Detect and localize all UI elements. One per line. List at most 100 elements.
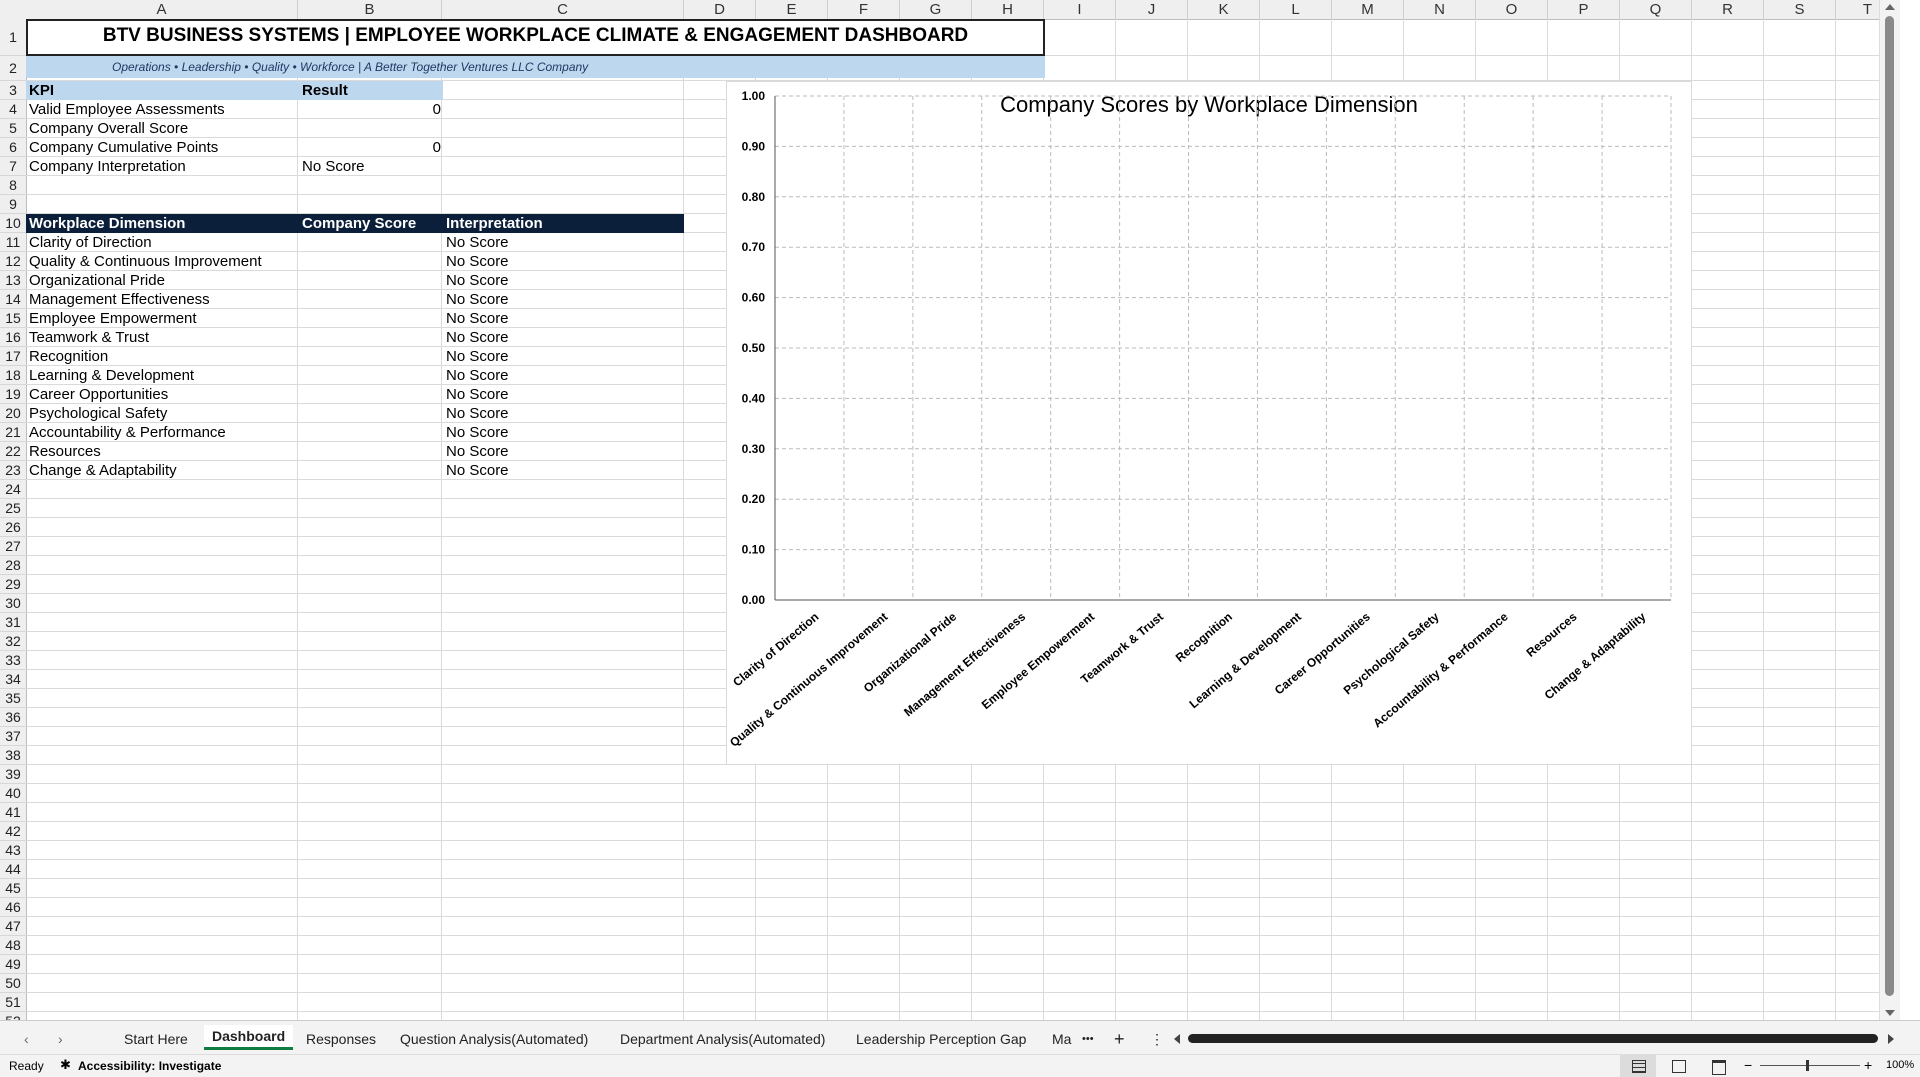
dimension-name[interactable]: Teamwork & Trust xyxy=(29,329,149,347)
accessibility-icon[interactable]: ✱ xyxy=(60,1057,71,1073)
column-header[interactable]: J xyxy=(1116,0,1188,19)
row-header[interactable]: 41 xyxy=(0,803,26,822)
dimension-interpretation[interactable]: No Score xyxy=(446,386,509,404)
column-header[interactable]: C xyxy=(442,0,684,19)
row-header[interactable]: 1 xyxy=(0,19,26,56)
kpi-header-label[interactable]: KPI xyxy=(29,82,54,100)
scroll-up-icon[interactable] xyxy=(1885,4,1895,10)
sheet-tab[interactable]: Department Analysis(Automated) xyxy=(620,1027,825,1051)
dimension-interpretation[interactable]: No Score xyxy=(446,405,509,423)
row-header[interactable]: 50 xyxy=(0,974,26,993)
zoom-slider-thumb[interactable] xyxy=(1806,1060,1809,1071)
row-header[interactable]: 34 xyxy=(0,670,26,689)
dimension-name[interactable]: Psychological Safety xyxy=(29,405,167,423)
row-header[interactable]: 31 xyxy=(0,613,26,632)
column-header[interactable]: O xyxy=(1476,0,1548,19)
row-header[interactable]: 22 xyxy=(0,442,26,461)
column-header[interactable]: M xyxy=(1332,0,1404,19)
row-header[interactable]: 39 xyxy=(0,765,26,784)
sheet-tab[interactable]: Leadership Perception Gap xyxy=(856,1027,1026,1051)
bar-chart[interactable]: Company Scores by Workplace Dimension 0.… xyxy=(726,81,1692,765)
dimension-name[interactable]: Organizational Pride xyxy=(29,272,165,290)
row-header[interactable]: 44 xyxy=(0,860,26,879)
row-header[interactable]: 48 xyxy=(0,936,26,955)
tab-scroll-right-icon[interactable]: › xyxy=(58,1027,63,1051)
row-header[interactable]: 47 xyxy=(0,917,26,936)
row-header[interactable]: 3 xyxy=(0,81,26,100)
row-header[interactable]: 24 xyxy=(0,480,26,499)
row-header[interactable]: 5 xyxy=(0,119,26,138)
row-header[interactable]: 33 xyxy=(0,651,26,670)
row-header[interactable]: 19 xyxy=(0,385,26,404)
row-header[interactable]: 4 xyxy=(0,100,26,119)
spreadsheet-grid[interactable]: ABCDEFGHIJKLMNOPQRST 1 2 3 4 5 6 7 8 9 10 11 12 13 14… xyxy=(0,0,1900,1020)
hscroll-right-icon[interactable] xyxy=(1888,1034,1894,1044)
row-header[interactable]: 52 xyxy=(0,1012,26,1020)
row-header[interactable]: 40 xyxy=(0,784,26,803)
page-layout-view-icon[interactable] xyxy=(1672,1060,1686,1073)
dimension-interpretation[interactable]: No Score xyxy=(446,253,509,271)
dimension-interpretation[interactable]: No Score xyxy=(446,234,509,252)
column-header[interactable]: S xyxy=(1764,0,1836,19)
dimension-name[interactable]: Career Opportunities xyxy=(29,386,168,404)
zoom-out-icon[interactable]: − xyxy=(1744,1057,1752,1073)
row-header[interactable]: 12 xyxy=(0,252,26,271)
row-header[interactable]: 21 xyxy=(0,423,26,442)
row-header[interactable]: 16 xyxy=(0,328,26,347)
row-header[interactable]: 6 xyxy=(0,138,26,157)
dimension-header-interpretation[interactable]: Interpretation xyxy=(446,215,543,233)
column-header[interactable]: K xyxy=(1188,0,1260,19)
row-header[interactable]: 28 xyxy=(0,556,26,575)
row-header[interactable]: 10 xyxy=(0,214,26,233)
dimension-interpretation[interactable]: No Score xyxy=(446,310,509,328)
scroll-down-icon[interactable] xyxy=(1885,1010,1895,1016)
row-header[interactable]: 49 xyxy=(0,955,26,974)
row-header[interactable]: 23 xyxy=(0,461,26,480)
row-header[interactable]: 25 xyxy=(0,499,26,518)
row-header[interactable]: 8 xyxy=(0,176,26,195)
dimension-interpretation[interactable]: No Score xyxy=(446,462,509,480)
row-header[interactable]: 9 xyxy=(0,195,26,214)
vertical-scrollbar[interactable] xyxy=(1879,0,1900,1020)
dimension-header-label[interactable]: Workplace Dimension xyxy=(29,215,185,233)
accessibility-status[interactable]: Accessibility: Investigate xyxy=(78,1059,221,1073)
dimension-name[interactable]: Accountability & Performance xyxy=(29,424,226,442)
hscroll-left-icon[interactable] xyxy=(1174,1034,1180,1044)
row-header[interactable]: 18 xyxy=(0,366,26,385)
options-icon[interactable]: ⋮ xyxy=(1150,1027,1164,1051)
kpi-value[interactable]: 0 xyxy=(298,139,441,157)
column-header[interactable]: L xyxy=(1260,0,1332,19)
column-header[interactable]: N xyxy=(1404,0,1476,19)
page-break-view-icon[interactable] xyxy=(1712,1060,1726,1075)
kpi-value[interactable]: 0 xyxy=(298,101,441,119)
tab-scroll-left-icon[interactable]: ‹ xyxy=(24,1027,29,1051)
zoom-in-icon[interactable]: + xyxy=(1864,1057,1872,1073)
column-header[interactable]: G xyxy=(900,0,972,19)
column-header[interactable]: A xyxy=(26,0,298,19)
dimension-interpretation[interactable]: No Score xyxy=(446,272,509,290)
more-tabs-icon[interactable]: ••• xyxy=(1082,1027,1094,1051)
row-header[interactable]: 17 xyxy=(0,347,26,366)
row-header[interactable]: 27 xyxy=(0,537,26,556)
dimension-header-score[interactable]: Company Score xyxy=(302,215,416,233)
row-header[interactable]: 43 xyxy=(0,841,26,860)
sheet-tab[interactable]: Ma xyxy=(1052,1027,1071,1051)
row-header[interactable]: 15 xyxy=(0,309,26,328)
row-header[interactable]: 11 xyxy=(0,233,26,252)
kpi-label[interactable]: Valid Employee Assessments xyxy=(29,101,225,119)
row-header[interactable]: 26 xyxy=(0,518,26,537)
row-header[interactable]: 45 xyxy=(0,879,26,898)
column-header[interactable]: R xyxy=(1692,0,1764,19)
zoom-slider[interactable] xyxy=(1760,1065,1860,1066)
dimension-interpretation[interactable]: No Score xyxy=(446,367,509,385)
row-header[interactable]: 2 xyxy=(0,56,26,81)
column-header[interactable]: P xyxy=(1548,0,1620,19)
sheet-tab[interactable]: Question Analysis(Automated) xyxy=(400,1027,588,1051)
dimension-name[interactable]: Clarity of Direction xyxy=(29,234,152,252)
dimension-interpretation[interactable]: No Score xyxy=(446,424,509,442)
normal-view-icon[interactable] xyxy=(1620,1055,1656,1077)
dimension-name[interactable]: Change & Adaptability xyxy=(29,462,177,480)
row-header[interactable]: 13 xyxy=(0,271,26,290)
kpi-value[interactable]: No Score xyxy=(302,158,365,176)
sheet-tab[interactable]: Responses xyxy=(306,1027,376,1051)
